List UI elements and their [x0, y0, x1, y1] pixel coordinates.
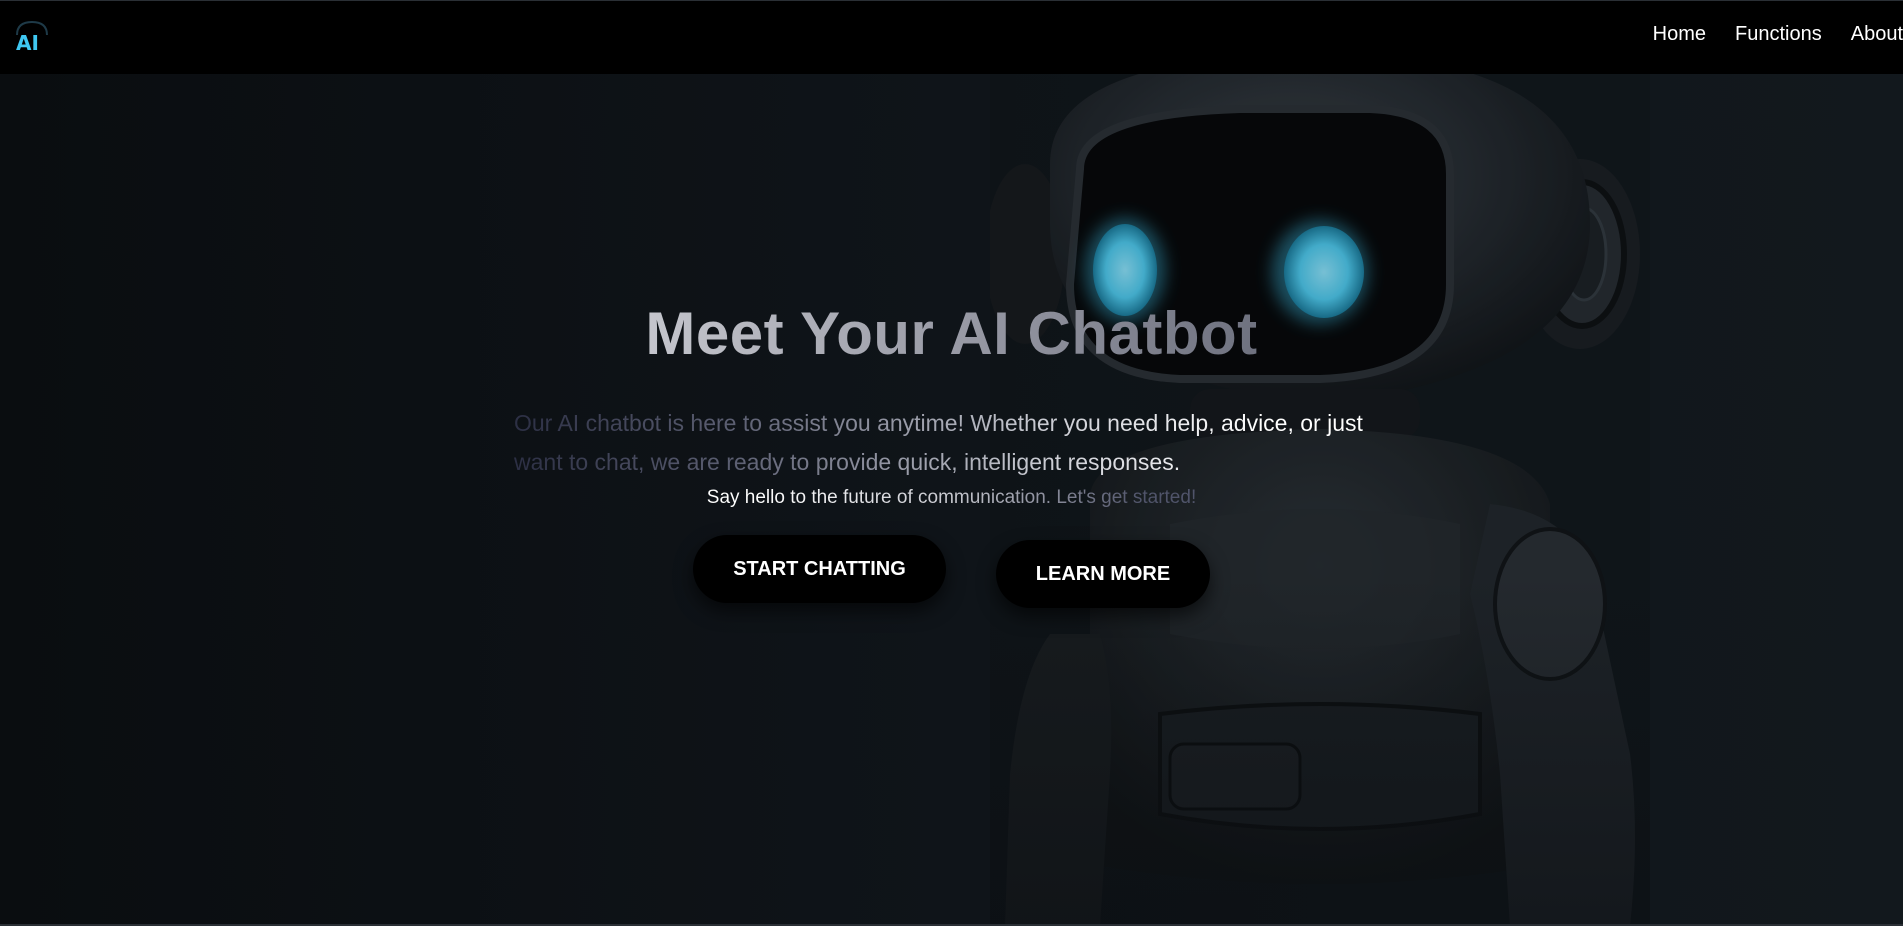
nav-link-about[interactable]: About: [1851, 23, 1903, 46]
hero-section: Meet Your AI Chatbot Our AI chatbot is h…: [0, 74, 1903, 926]
ai-logo-icon[interactable]: AI: [14, 19, 50, 55]
start-chatting-button[interactable]: START CHATTING: [693, 535, 946, 603]
nav-link-functions[interactable]: Functions: [1735, 23, 1822, 46]
nav-link-home[interactable]: Home: [1653, 23, 1706, 46]
nav-links: Home Functions About: [1624, 23, 1903, 46]
hero-description: Our AI chatbot is here to assist you any…: [514, 404, 1394, 482]
learn-more-button[interactable]: LEARN MORE: [996, 540, 1210, 608]
svg-text:AI: AI: [16, 31, 39, 55]
hero-subtitle: Say hello to the future of communication…: [0, 487, 1903, 509]
navbar: AI Home Functions About: [0, 0, 1903, 74]
page: AI Home Functions About Meet Your AI Cha…: [0, 0, 1903, 926]
hero-title: Meet Your AI Chatbot: [0, 299, 1903, 368]
